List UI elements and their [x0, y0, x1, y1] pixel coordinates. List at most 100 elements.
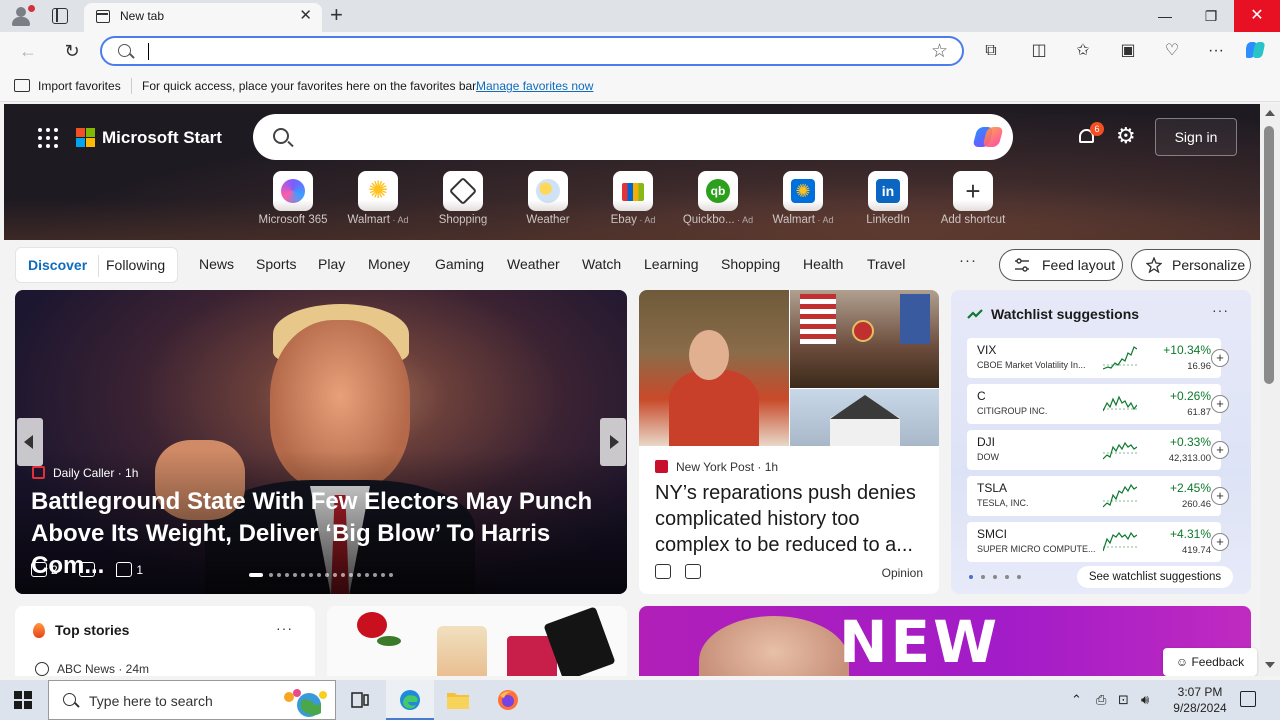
add-to-watchlist-button[interactable]: + [1211, 487, 1229, 505]
nav-play[interactable]: Play [318, 256, 345, 272]
comment-count: 1 [136, 563, 144, 577]
taskbar-firefox-button[interactable] [484, 680, 532, 720]
import-favorites-button[interactable]: Import favorites [38, 79, 121, 93]
feed-layout-button[interactable]: Feed layout [999, 249, 1123, 281]
nav-weather[interactable]: Weather [507, 256, 560, 272]
back-button[interactable]: ← [16, 39, 40, 63]
task-view-button[interactable] [336, 680, 384, 720]
close-window-button[interactable]: ✕ [1234, 0, 1280, 32]
stock-row-tsla[interactable]: TSLA TESLA, INC. +2.45% 260.46 [967, 476, 1221, 516]
like-icon[interactable] [655, 564, 671, 579]
windows-start-icon[interactable] [14, 691, 32, 709]
shortcut-walmart-2[interactable]: ✺ Walmart · Ad [760, 171, 846, 231]
nav-gaming[interactable]: Gaming [435, 256, 484, 272]
favorite-star-icon[interactable]: ☆ [931, 40, 948, 63]
profile-icon[interactable] [8, 5, 35, 27]
manage-favorites-link[interactable]: Manage favorites now [476, 79, 593, 93]
like-icon[interactable] [31, 562, 47, 577]
watchlist-more-button[interactable]: ··· [1212, 302, 1229, 318]
app-launcher-icon[interactable] [38, 128, 58, 148]
split-screen-icon[interactable]: ◫ [1027, 39, 1051, 63]
nav-learning[interactable]: Learning [644, 256, 699, 272]
shortcut-shopping[interactable]: Shopping [420, 171, 506, 231]
browser-essentials-icon[interactable]: ♡ [1160, 39, 1184, 63]
dislike-icon[interactable] [79, 562, 96, 577]
scroll-down-arrow-icon[interactable] [1265, 662, 1275, 668]
top-stories-more-button[interactable]: ··· [276, 620, 293, 636]
nav-news[interactable]: News [199, 256, 234, 272]
network-icon[interactable]: ⊡ [1118, 692, 1129, 708]
nav-money[interactable]: Money [368, 256, 410, 272]
taskbar-file-explorer-button[interactable] [434, 680, 482, 720]
add-to-watchlist-button[interactable]: + [1211, 533, 1229, 551]
nav-more-button[interactable]: ··· [959, 252, 977, 269]
add-to-watchlist-button[interactable]: + [1211, 349, 1229, 367]
dislike-icon[interactable] [685, 564, 701, 579]
settings-gear-icon[interactable]: ⚙ [1116, 124, 1136, 148]
favorites-icon[interactable]: ✩ [1071, 39, 1095, 63]
copilot-icon[interactable] [1244, 39, 1269, 63]
nav-health[interactable]: Health [803, 256, 843, 272]
carousel-prev-button[interactable] [17, 418, 43, 466]
brand-title[interactable]: Microsoft Start [102, 128, 222, 148]
action-center-icon[interactable] [1240, 691, 1256, 707]
shortcut-weather[interactable]: Weather [505, 171, 591, 231]
stock-row-smci[interactable]: SMCI SUPER MICRO COMPUTE... +4.31% 419.7… [967, 522, 1221, 562]
nav-travel[interactable]: Travel [867, 256, 905, 272]
nav-shopping[interactable]: Shopping [721, 256, 780, 272]
more-menu-icon[interactable]: ··· [1204, 39, 1228, 63]
sign-in-button[interactable]: Sign in [1155, 118, 1237, 156]
comment-icon[interactable] [116, 562, 133, 577]
page-scrollbar[interactable] [1260, 104, 1280, 676]
stock-row-c[interactable]: C CITIGROUP INC. +0.26% 61.87 [967, 384, 1221, 424]
tab-actions-icon[interactable] [52, 8, 68, 24]
shortcut-ebay[interactable]: Ebay · Ad [590, 171, 676, 231]
shortcut-linkedin[interactable]: in LinkedIn [845, 171, 931, 231]
notifications-button[interactable]: 6 [1076, 122, 1104, 148]
top-stories-title: Top stories [55, 622, 130, 638]
taskbar-edge-button[interactable] [386, 680, 434, 720]
meet-now-icon[interactable]: ⎙ [1096, 692, 1106, 708]
minimize-button[interactable]: — [1142, 0, 1188, 32]
article-card-nypost[interactable]: New York Post · 1h NY’s reparations push… [639, 290, 939, 594]
stock-row-dji[interactable]: DJI DOW +0.33% 42,313.00 [967, 430, 1221, 470]
abc-news-logo-icon [35, 662, 49, 676]
collections-icon[interactable]: ▣ [1116, 39, 1140, 63]
scroll-up-arrow-icon[interactable] [1265, 110, 1275, 116]
scroll-thumb[interactable] [1264, 126, 1274, 384]
shortcut-microsoft-365[interactable]: Microsoft 365 [250, 171, 336, 231]
tab-following[interactable]: Following [106, 257, 165, 273]
stock-row-vix[interactable]: VIX CBOE Market Volatility In... +10.34%… [967, 338, 1221, 378]
new-tab-button[interactable]: + [330, 4, 343, 26]
shortcut-add[interactable]: + Add shortcut [930, 171, 1016, 231]
copilot-icon[interactable] [972, 123, 1004, 151]
nav-watch[interactable]: Watch [582, 256, 621, 272]
ad-banner[interactable]: NEW TOOLS [639, 606, 1251, 676]
personalize-button[interactable]: Personalize [1131, 249, 1251, 281]
add-to-watchlist-button[interactable]: + [1211, 441, 1229, 459]
carousel-next-button[interactable] [600, 418, 626, 466]
feedback-button[interactable]: ☺ Feedback [1163, 648, 1257, 676]
web-search-box[interactable] [253, 114, 1013, 160]
tab-close-button[interactable]: ✕ [299, 7, 312, 25]
volume-icon[interactable]: 🔊︎ [1141, 692, 1149, 708]
reload-button[interactable]: ↻ [60, 39, 84, 63]
url-input[interactable] [146, 42, 916, 62]
shortcut-walmart[interactable]: ✺ Walmart · Ad [335, 171, 421, 231]
article-title[interactable]: NY’s reparations push denies complicated… [655, 480, 931, 560]
show-hidden-icons-button[interactable]: ⌃ [1071, 692, 1082, 708]
see-watchlist-button[interactable]: See watchlist suggestions [1077, 566, 1233, 588]
shortcut-quickbooks[interactable]: qb Quickbo... · Ad [675, 171, 761, 231]
hero-article-card[interactable]: Daily Caller · 1h Battleground State Wit… [15, 290, 627, 594]
shopping-card-perfume[interactable] [327, 606, 627, 676]
system-clock[interactable]: 3:07 PM 9/28/2024 [1160, 684, 1240, 716]
restore-button[interactable]: ❐ [1188, 0, 1234, 32]
taskbar-search-box[interactable]: Type here to search [48, 680, 336, 720]
tab-discover[interactable]: Discover [28, 257, 87, 273]
url-box[interactable]: ☆ [100, 36, 964, 66]
add-to-watchlist-button[interactable]: + [1211, 395, 1229, 413]
tab-new-tab[interactable]: New tab ✕ [84, 3, 322, 32]
nav-sports[interactable]: Sports [256, 256, 296, 272]
clock-date: 9/28/2024 [1173, 701, 1227, 715]
extensions-icon[interactable]: ⧉ [979, 39, 1003, 63]
